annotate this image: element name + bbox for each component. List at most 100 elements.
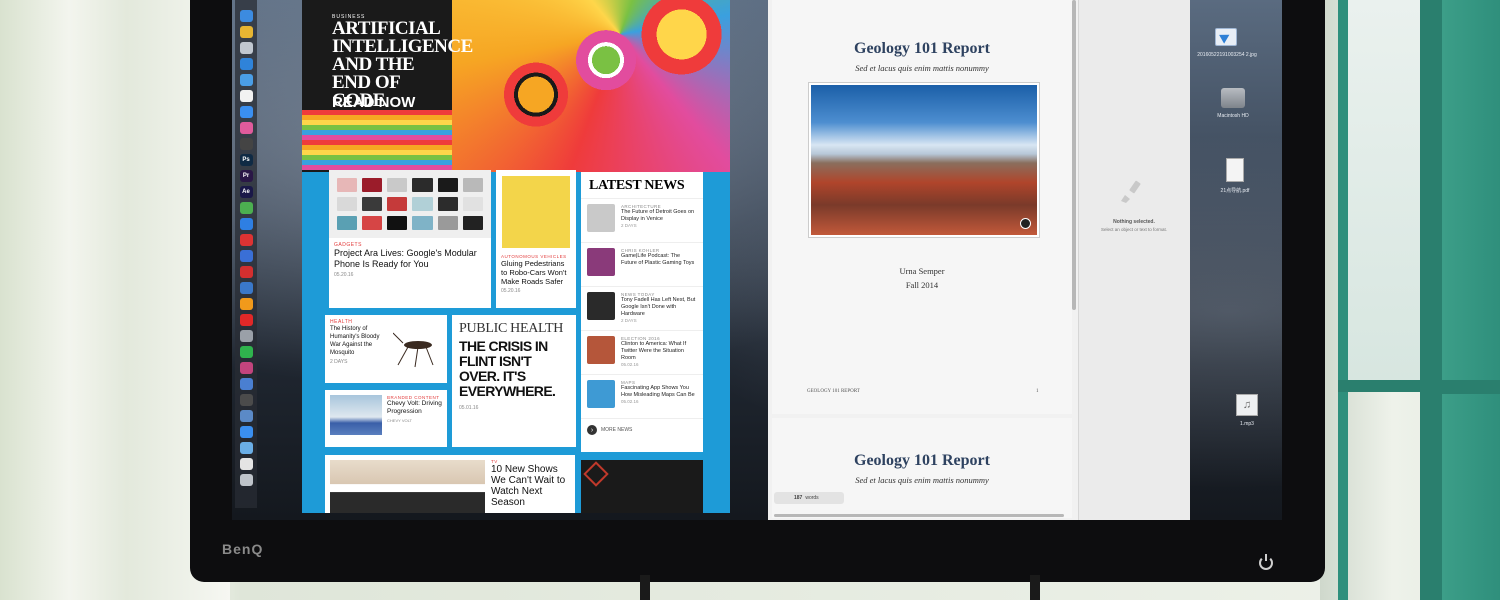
story-card-ara[interactable]: GADGETS Project Ara Lives: Google's Modu…: [329, 170, 491, 308]
hero-story[interactable]: BUSINESS ARTIFICIAL INTELLIGENCE AND THE…: [302, 0, 730, 172]
dock-icon-after-effects[interactable]: Ae: [239, 186, 253, 198]
horizontal-scrollbar[interactable]: [774, 514, 1064, 517]
paintbrush-icon: [1121, 180, 1141, 203]
news-date: 05.02.16: [621, 399, 639, 404]
card-title: THE CRISIS IN FLINT ISN'T OVER. IT'S EVE…: [459, 338, 556, 399]
latest-news-panel: LATEST NEWS ARCHITECTURE The Future of De…: [581, 172, 703, 452]
dock-icon-evernote[interactable]: [239, 346, 253, 358]
latest-news-title: LATEST NEWS: [589, 178, 685, 193]
dock-icon-keynote[interactable]: [239, 218, 253, 230]
latest-news-item[interactable]: MAPS Fascinating App Shows You How Mislea…: [581, 374, 703, 418]
chevy-volt-image: [330, 395, 382, 435]
document-term[interactable]: Fall 2014: [772, 280, 1072, 290]
desktop-file-label: 21点导航.pdf: [1220, 188, 1250, 194]
dock-icon-preview[interactable]: [239, 410, 253, 422]
dock-icon-photoshop[interactable]: Ps: [239, 154, 253, 166]
news-headline: Clinton to America: What If Twitter Were…: [621, 341, 687, 361]
hard-drive-icon: [1221, 88, 1245, 108]
ara-modules-image: [329, 170, 491, 238]
dock-icon-image[interactable]: [239, 282, 253, 294]
more-news-label: MORE NEWS: [601, 427, 633, 433]
dock-icon-pink[interactable]: [239, 362, 253, 374]
dock-icon-netease[interactable]: [239, 266, 253, 278]
story-card-mosquito[interactable]: HEALTH The History of Humanity's Bloody …: [325, 315, 447, 383]
dock-icon-red-app[interactable]: [239, 234, 253, 246]
document-title[interactable]: Geology 101 Report: [772, 40, 1072, 58]
news-headline: Fascinating App Shows You How Misleading…: [621, 385, 695, 398]
more-news-link[interactable]: › MORE NEWS: [581, 418, 703, 441]
dock-icon-blue-app[interactable]: [239, 250, 253, 262]
mosquito-illustration: [393, 332, 434, 368]
story-card-tv[interactable]: TV 10 New Shows We Can't Wait to Watch N…: [325, 455, 575, 513]
monitor-stand: [640, 575, 650, 600]
news-thumbnail: [587, 380, 615, 408]
dock-icon-folder[interactable]: [239, 442, 253, 454]
dock-icon-calendar[interactable]: [239, 90, 253, 102]
dock-icon-chrome-2[interactable]: [239, 202, 253, 214]
dock-icon-app-store[interactable]: [239, 106, 253, 118]
story-card-chevy-volt[interactable]: BRANDED CONTENT Chevy Volt: Driving Prog…: [325, 390, 447, 447]
news-thumbnail: [587, 292, 615, 320]
card-date: 05.20.16: [334, 272, 354, 278]
format-inspector: [1078, 0, 1190, 520]
pdf-file-icon: [1226, 158, 1244, 182]
vertical-scrollbar[interactable]: [1072, 0, 1076, 310]
read-now-link[interactable]: READ NOW: [332, 94, 415, 111]
story-card-robo-cars[interactable]: AUTONOMOUS VEHICLES Gluing Pedestrians t…: [496, 170, 576, 308]
magazine-logo-tile[interactable]: [581, 460, 703, 513]
dock-icon-launchpad[interactable]: [239, 42, 253, 54]
dock-icon-chrome[interactable]: [239, 26, 253, 38]
photo-image: [811, 85, 1037, 235]
dock-icon-mail[interactable]: [239, 74, 253, 86]
desktop-file-label: 20160522191003254 2.jpg: [1197, 52, 1257, 58]
latest-news-item[interactable]: NEWS TODAY Tony Fadell Has Left Nest, But…: [581, 286, 703, 330]
robo-car-illustration: [502, 176, 570, 248]
document-footer-title: GEOLOGY 101 REPORT: [807, 389, 860, 394]
dock-icon-photos[interactable]: [239, 122, 253, 134]
monitor-brand: BenQ: [222, 541, 264, 557]
card-title: Gluing Pedestrians to Robo-Cars Won't Ma…: [501, 259, 567, 286]
story-card-flint[interactable]: PUBLIC HEALTH THE CRISIS IN FLINT ISN'T …: [452, 315, 576, 447]
grand-canyon-photo[interactable]: [808, 82, 1040, 238]
card-date: 05.01.16: [459, 405, 479, 411]
window-frame: [1338, 0, 1348, 600]
word-count-label: words: [805, 495, 819, 501]
window-frame: [1442, 380, 1500, 394]
card-kicker: PUBLIC HEALTH: [459, 321, 564, 336]
card-date: CHEVY VOLT: [387, 418, 412, 423]
image-file-icon: [1215, 28, 1237, 46]
media-placeholder-icon[interactable]: [1020, 218, 1031, 229]
dock: Ps Pr Ae: [235, 0, 257, 508]
dock-icon-mail-2[interactable]: [239, 378, 253, 390]
news-headline: Game|Life Podcast: The Future of Plastic…: [621, 253, 695, 266]
window-frame: [1338, 380, 1420, 392]
dock-icon-dark[interactable]: [239, 394, 253, 406]
dock-icon-finder[interactable]: [239, 10, 253, 22]
card-title: Chevy Volt: Driving Progression: [387, 400, 442, 415]
window-frame: [1442, 0, 1500, 600]
document-subtitle[interactable]: Sed et lacus quis enim mattis nonummy: [772, 63, 1072, 73]
dock-icon-butterfly[interactable]: [239, 298, 253, 310]
document-page2-title[interactable]: Geology 101 Report: [772, 452, 1072, 470]
dock-icon-script[interactable]: [239, 330, 253, 342]
card-title: The History of Humanity's Bloody War Aga…: [330, 326, 380, 356]
card-title: 10 New Shows We Can't Wait to Watch Next…: [491, 464, 566, 508]
latest-news-item[interactable]: ELECTION 2016 Clinton to America: What If…: [581, 330, 703, 374]
news-date: 2 DAYS: [621, 318, 637, 323]
latest-news-item[interactable]: ARCHITECTURE The Future of Detroit Goes o…: [581, 198, 703, 242]
dock-icon-trash[interactable]: [239, 474, 253, 486]
dock-icon-safari-2[interactable]: [239, 426, 253, 438]
dock-icon-flipboard[interactable]: [239, 314, 253, 326]
dock-icon-document[interactable]: [239, 458, 253, 470]
dock-icon-safari[interactable]: [239, 58, 253, 70]
power-icon[interactable]: [1259, 554, 1273, 570]
dock-icon-premiere[interactable]: Pr: [239, 170, 253, 182]
latest-news-item[interactable]: CHRIS KOHLER Game|Life Podcast: The Futur…: [581, 242, 703, 286]
news-thumbnail: [587, 336, 615, 364]
card-title: Project Ara Lives: Google's Modular Phon…: [334, 248, 477, 269]
document-author[interactable]: Urna Semper: [772, 266, 1072, 276]
word-count-badge[interactable]: 187 words: [774, 492, 844, 504]
document-page2-subtitle[interactable]: Sed et lacus quis enim mattis nonummy: [772, 475, 1072, 485]
audio-file-icon: ♫: [1236, 394, 1258, 416]
dock-icon-final-cut[interactable]: [239, 138, 253, 150]
